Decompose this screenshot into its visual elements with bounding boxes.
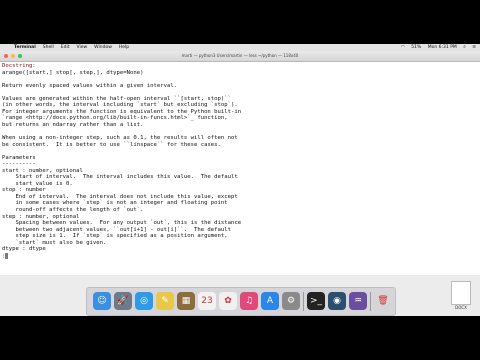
app-store-icon[interactable]: A	[261, 292, 279, 310]
text-cursor	[5, 252, 9, 259]
terminal-line: :	[2, 252, 478, 260]
window-titlebar[interactable]: marti — python3 Users/martin — less ~/py…	[0, 51, 480, 62]
menu-item-view[interactable]: View	[76, 45, 87, 50]
photos-app-icon[interactable]: ▦	[177, 292, 195, 310]
trash-icon[interactable]: 🗑	[374, 292, 392, 310]
document-icon	[451, 281, 471, 305]
itunes-icon[interactable]: ♫	[240, 292, 258, 310]
instruments-icon[interactable]: ♒	[349, 292, 367, 310]
finder-icon[interactable]: ☺	[93, 292, 111, 310]
desktop-file-docx[interactable]: DOCX	[446, 281, 476, 310]
notification-center-icon[interactable]: ≡	[472, 45, 476, 50]
calendar-icon[interactable]: 23	[198, 292, 216, 310]
desktop-file-label: DOCX	[455, 305, 467, 310]
quicktime-icon[interactable]: ◉	[328, 292, 346, 310]
menu-item-window[interactable]: Window	[94, 45, 112, 50]
terminal-content[interactable]: Docstring: arange([start,] stop[, step,],…	[2, 63, 478, 275]
dock: ☺ 🚀 ◎ ✎ ▦ 23 ✿ ♫ A ⚙ >_ ◉ ♒ 🗑	[86, 287, 396, 316]
menu-items: Terminal Shell Edit View Window Help	[14, 44, 136, 51]
terminal-window: marti — python3 Users/martin — less ~/py…	[0, 51, 480, 275]
menu-status-area: ◠ 51% Mon 6:31 PM ⌕ ≡	[396, 44, 476, 51]
dock-separator	[303, 292, 304, 311]
launchpad-icon[interactable]: 🚀	[114, 292, 132, 310]
battery-status[interactable]: 51%	[411, 45, 421, 50]
window-title: marti — python3 Users/martin — less ~/py…	[181, 53, 299, 58]
wifi-icon[interactable]: ◠	[401, 45, 405, 50]
menu-item-shell[interactable]: Shell	[43, 45, 54, 50]
spotlight-icon[interactable]: ⌕	[463, 45, 466, 50]
menu-item-terminal[interactable]: Terminal	[14, 45, 36, 50]
menu-item-edit[interactable]: Edit	[61, 45, 70, 50]
photos-icon[interactable]: ✿	[219, 292, 237, 310]
safari-icon[interactable]: ◎	[135, 292, 153, 310]
menu-item-help[interactable]: Help	[119, 45, 129, 50]
notes-icon[interactable]: ✎	[156, 292, 174, 310]
system-preferences-icon[interactable]: ⚙	[282, 292, 300, 310]
clock[interactable]: Mon 6:31 PM	[428, 45, 457, 50]
macos-screen: Terminal Shell Edit View Window Help ◠ 51% Mo…	[0, 44, 480, 316]
dock-separator	[370, 292, 371, 311]
terminal-icon[interactable]: >_	[307, 292, 325, 310]
